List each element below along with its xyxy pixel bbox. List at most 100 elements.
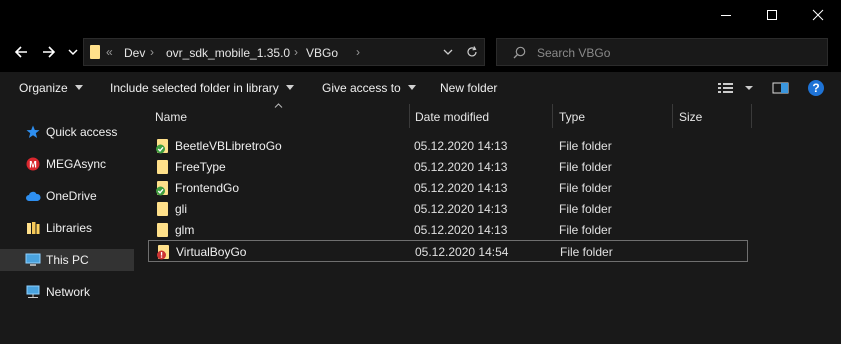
folder-icon [157, 223, 168, 237]
nav-item-network[interactable]: Network [0, 281, 134, 303]
folder-error-icon [157, 245, 169, 260]
search-icon [513, 46, 526, 59]
organize-menu[interactable]: Organize [19, 81, 83, 95]
give-access-menu[interactable]: Give access to [322, 81, 416, 95]
file-name: FreeType [175, 160, 226, 174]
details-view-icon [718, 83, 753, 93]
file-type: File folder [559, 181, 612, 195]
folder-icon [157, 202, 168, 216]
nav-item-onedrive[interactable]: OneDrive [0, 185, 134, 207]
folder-synced-icon [156, 181, 168, 196]
breadcrumb-overflow[interactable]: « [106, 45, 113, 59]
arrow-right-icon [43, 46, 56, 58]
chevron-down-icon [407, 85, 416, 91]
library-icon [27, 222, 40, 234]
file-row-gli[interactable]: gli 05.12.2020 14:13 File folder [148, 199, 748, 219]
file-name: FrontendGo [175, 181, 240, 195]
chevron-down-icon [285, 85, 294, 91]
maximize-button[interactable] [749, 0, 795, 30]
address-history-button[interactable] [437, 39, 459, 65]
file-type: File folder [559, 223, 612, 237]
refresh-icon [467, 46, 477, 57]
breadcrumb-separator-icon[interactable]: › [150, 45, 154, 59]
breadcrumb-ovr-sdk[interactable]: ovr_sdk_mobile_1.35.0 [166, 46, 290, 60]
search-box[interactable]: Search VBGo [496, 38, 828, 66]
mega-icon: M [26, 157, 40, 171]
minimize-button[interactable] [703, 0, 749, 30]
refresh-button[interactable] [460, 39, 484, 65]
chevron-down-icon [443, 49, 453, 55]
organize-label: Organize [19, 81, 68, 95]
column-header-date-modified[interactable]: Date modified [415, 110, 489, 124]
new-folder-button[interactable]: New folder [440, 81, 497, 95]
help-button[interactable]: ? [807, 79, 825, 97]
chevron-down-icon [68, 49, 78, 56]
help-icon: ? [808, 80, 824, 96]
nav-item-quick-access[interactable]: Quick access [0, 121, 134, 143]
breadcrumb-separator-icon[interactable]: › [294, 45, 298, 59]
include-label: Include selected folder in library [110, 81, 279, 95]
nav-item-libraries[interactable]: Libraries [0, 217, 134, 239]
breadcrumb-dev[interactable]: Dev [124, 46, 145, 60]
nav-item-label: MEGAsync [46, 157, 107, 171]
file-type: File folder [559, 202, 612, 216]
command-bar: Organize Include selected folder in libr… [0, 72, 841, 104]
forward-button[interactable] [36, 42, 62, 62]
preview-pane-button[interactable] [771, 80, 791, 96]
nav-item-label: Libraries [46, 221, 93, 235]
file-row-virtualboygo[interactable]: VirtualBoyGo 05.12.2020 14:54 File folde… [148, 240, 748, 262]
column-header-name[interactable]: Name [155, 110, 187, 124]
preview-pane-icon [772, 82, 789, 94]
svg-text:?: ? [812, 81, 819, 95]
column-divider[interactable] [672, 104, 673, 128]
file-date: 05.12.2020 14:13 [414, 181, 508, 195]
search-placeholder: Search VBGo [537, 46, 611, 60]
file-name: VirtualBoyGo [176, 245, 247, 259]
include-in-library-menu[interactable]: Include selected folder in library [110, 81, 294, 95]
arrow-left-icon [14, 46, 27, 58]
view-options-button[interactable] [717, 80, 757, 96]
file-date: 05.12.2020 14:13 [414, 139, 508, 153]
close-icon [812, 9, 824, 21]
column-header-type[interactable]: Type [559, 110, 585, 124]
file-date: 05.12.2020 14:54 [415, 245, 509, 259]
sort-ascending-icon [274, 103, 283, 108]
breadcrumb-vbgo[interactable]: VBGo [306, 46, 338, 60]
folder-icon [157, 160, 168, 174]
folder-icon [90, 45, 100, 59]
file-name: gli [175, 202, 188, 216]
back-button[interactable] [8, 42, 34, 62]
column-divider[interactable] [552, 104, 553, 128]
column-divider[interactable] [409, 104, 410, 128]
address-bar[interactable]: « Dev › ovr_sdk_mobile_1.35.0 › VBGo › [83, 38, 485, 66]
file-name: BeetleVBLibretroGo [175, 139, 282, 153]
cloud-icon [26, 191, 41, 201]
file-date: 05.12.2020 14:13 [414, 223, 508, 237]
breadcrumb-separator-icon[interactable]: › [356, 45, 360, 59]
network-icon [26, 285, 40, 298]
maximize-icon [767, 10, 777, 20]
file-row-beetlevblibretrogo[interactable]: BeetleVBLibretroGo 05.12.2020 14:13 File… [148, 136, 748, 156]
file-type: File folder [559, 160, 612, 174]
column-header-size[interactable]: Size [679, 110, 702, 124]
column-divider[interactable] [751, 104, 752, 128]
file-row-frontendgo[interactable]: FrontendGo 05.12.2020 14:13 File folder [148, 178, 748, 198]
close-button[interactable] [795, 0, 841, 30]
chevron-down-icon [74, 85, 83, 91]
nav-item-label: OneDrive [46, 189, 97, 203]
nav-item-label: Quick access [46, 125, 118, 139]
recent-locations-button[interactable] [64, 42, 82, 62]
minimize-icon [721, 15, 731, 16]
file-date: 05.12.2020 14:13 [414, 160, 508, 174]
nav-item-label: Network [46, 285, 91, 299]
file-name: glm [175, 223, 195, 237]
nav-item-this-pc[interactable]: This PC [0, 249, 134, 271]
computer-icon [25, 253, 41, 266]
file-row-freetype[interactable]: FreeType 05.12.2020 14:13 File folder [148, 157, 748, 177]
navigation-pane: Quick access M MEGAsync OneDrive Librari… [0, 104, 134, 344]
nav-item-megasync[interactable]: M MEGAsync [0, 153, 134, 175]
star-icon [26, 125, 40, 138]
folder-synced-icon [156, 139, 168, 154]
file-row-glm[interactable]: glm 05.12.2020 14:13 File folder [148, 220, 748, 240]
svg-text:M: M [29, 160, 37, 170]
